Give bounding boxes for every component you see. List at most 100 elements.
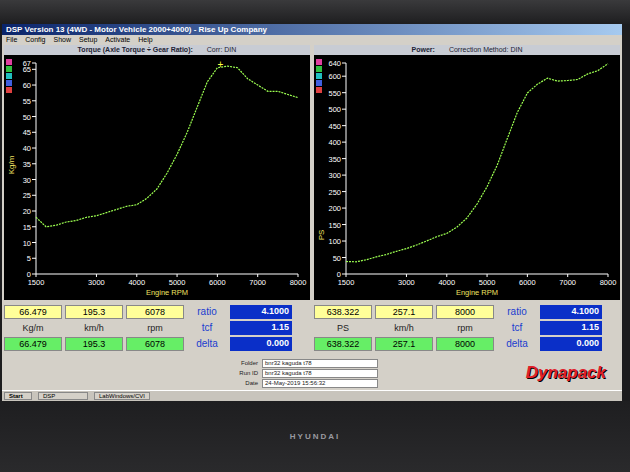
chart-panel: Torque (Axle Torque ÷ Gear Ratio):Corr: … xyxy=(4,45,310,300)
readout-value[interactable]: 4.1000 xyxy=(540,305,602,319)
y-tick-label: 400 xyxy=(328,138,341,147)
info-value[interactable]: bnr32 kaguda t78 xyxy=(262,369,378,378)
readout-label: tcf xyxy=(497,321,537,335)
legend-swatch xyxy=(316,80,322,86)
y-tick-label: 30 xyxy=(23,176,31,185)
x-tick-label: 1500 xyxy=(338,278,355,287)
y-tick xyxy=(32,179,36,180)
readout-row: Kg/mkm/hrpmtcf1.15 xyxy=(4,321,310,335)
menu-item[interactable]: File xyxy=(6,36,17,44)
x-tick xyxy=(346,274,347,277)
cursor-marker[interactable]: + xyxy=(218,59,224,70)
monitor-brand: HYUNDAI xyxy=(290,432,340,441)
taskbar-button[interactable]: LabWindows/CVI xyxy=(94,392,150,400)
y-tick xyxy=(342,208,346,209)
menu-item[interactable]: Config xyxy=(25,36,45,44)
y-tick xyxy=(32,274,36,275)
readout-value[interactable]: 1.15 xyxy=(540,321,602,335)
readout-label: tcf xyxy=(187,321,227,335)
readout-cell: 8000 xyxy=(436,337,494,351)
y-tick xyxy=(342,109,346,110)
x-tick xyxy=(36,274,37,277)
y-tick-label: 300 xyxy=(328,171,341,180)
x-tick-label: 6000 xyxy=(519,278,536,287)
y-tick-label: 250 xyxy=(328,188,341,197)
menu-item[interactable]: Setup xyxy=(79,36,97,44)
y-tick xyxy=(342,158,346,159)
y-tick xyxy=(32,148,36,149)
y-tick-label: 40 xyxy=(23,144,31,153)
readout-value[interactable]: 0.000 xyxy=(230,337,292,351)
readout-cell: km/h xyxy=(65,321,123,335)
readout-cell: PS xyxy=(314,321,372,335)
start-button[interactable]: Start xyxy=(4,392,32,400)
readout-cell: Kg/m xyxy=(4,321,62,335)
y-tick xyxy=(342,241,346,242)
y-tick xyxy=(32,116,36,117)
y-tick-label: 35 xyxy=(23,160,31,169)
legend-swatch xyxy=(316,66,322,72)
readout-cell: 638.322 xyxy=(314,337,372,351)
readout-block: 638.322257.18000ratio4.1000 PSkm/hrpmtcf1… xyxy=(314,305,620,351)
y-tick xyxy=(32,69,36,70)
y-tick-label: 50 xyxy=(333,254,341,263)
x-tick xyxy=(177,274,178,277)
readout-label: ratio xyxy=(187,305,227,319)
chart-header: Power:Correction Method: DIN xyxy=(314,45,620,55)
y-tick-label: 5 xyxy=(27,254,31,263)
legend-swatch xyxy=(6,59,12,65)
y-tick xyxy=(342,92,346,93)
y-tick-label: 150 xyxy=(328,221,341,230)
readout-value[interactable]: 0.000 xyxy=(540,337,602,351)
series-line xyxy=(346,64,608,262)
y-tick-label: 20 xyxy=(23,207,31,216)
legend-swatch xyxy=(6,73,12,79)
run-fields: Folderbnr32 kaguda t78Run IDbnr32 kaguda… xyxy=(236,359,378,388)
x-tick-label: 8000 xyxy=(600,278,617,287)
chart-header: Torque (Axle Torque ÷ Gear Ratio):Corr: … xyxy=(4,45,310,55)
readout-value[interactable]: 1.15 xyxy=(230,321,292,335)
dynapack-logo: Dynapack xyxy=(526,363,606,383)
y-tick-label: 600 xyxy=(328,72,341,81)
x-tick xyxy=(136,274,137,277)
y-tick xyxy=(32,85,36,86)
readout-cell: 66.479 xyxy=(4,305,62,319)
readout-row: 638.322257.18000delta0.000 xyxy=(314,337,620,351)
readout-cell: 66.479 xyxy=(4,337,62,351)
y-tick xyxy=(342,142,346,143)
taskbar-button[interactable]: DSP xyxy=(38,392,88,400)
info-value[interactable]: 24-May-2019 15:56:32 xyxy=(262,379,378,388)
correction-label: Corr: DIN xyxy=(207,46,237,54)
readout-cell: km/h xyxy=(375,321,433,335)
menu-item[interactable]: Show xyxy=(54,36,72,44)
legend-swatch xyxy=(316,87,322,93)
series-line xyxy=(36,66,298,227)
menu-item[interactable]: Activate xyxy=(105,36,130,44)
readout-cell: 8000 xyxy=(436,305,494,319)
x-axis-label: Engine RPM xyxy=(456,288,498,297)
monitor-bezel xyxy=(0,0,630,24)
readout-row: PSkm/hrpmtcf1.15 xyxy=(314,321,620,335)
info-value[interactable]: bnr32 kaguda t78 xyxy=(262,359,378,368)
y-tick xyxy=(32,63,36,64)
y-tick xyxy=(32,211,36,212)
y-tick xyxy=(342,125,346,126)
readout-label: delta xyxy=(497,337,537,351)
x-tick-label: 4000 xyxy=(128,278,145,287)
y-axis-label: PS xyxy=(317,230,326,241)
title-bar: DSP Version 13 (4WD - Motor Vehicle 2000… xyxy=(2,24,622,35)
x-tick-label: 7000 xyxy=(249,278,266,287)
readout-value[interactable]: 4.1000 xyxy=(230,305,292,319)
chart-title: Power: xyxy=(412,46,435,54)
x-tick xyxy=(298,274,299,277)
y-tick xyxy=(342,224,346,225)
y-tick-label: 550 xyxy=(328,89,341,98)
y-tick-label: 67 xyxy=(23,59,31,68)
x-tick xyxy=(96,274,97,277)
x-tick-label: 7000 xyxy=(559,278,576,287)
y-tick-label: 640 xyxy=(328,59,341,68)
readouts: 66.479195.36078ratio4.1000Kg/mkm/hrpmtcf… xyxy=(2,300,622,356)
readout-cell: 195.3 xyxy=(65,305,123,319)
menu-item[interactable]: Help xyxy=(138,36,152,44)
readout-row: 638.322257.18000ratio4.1000 xyxy=(314,305,620,319)
